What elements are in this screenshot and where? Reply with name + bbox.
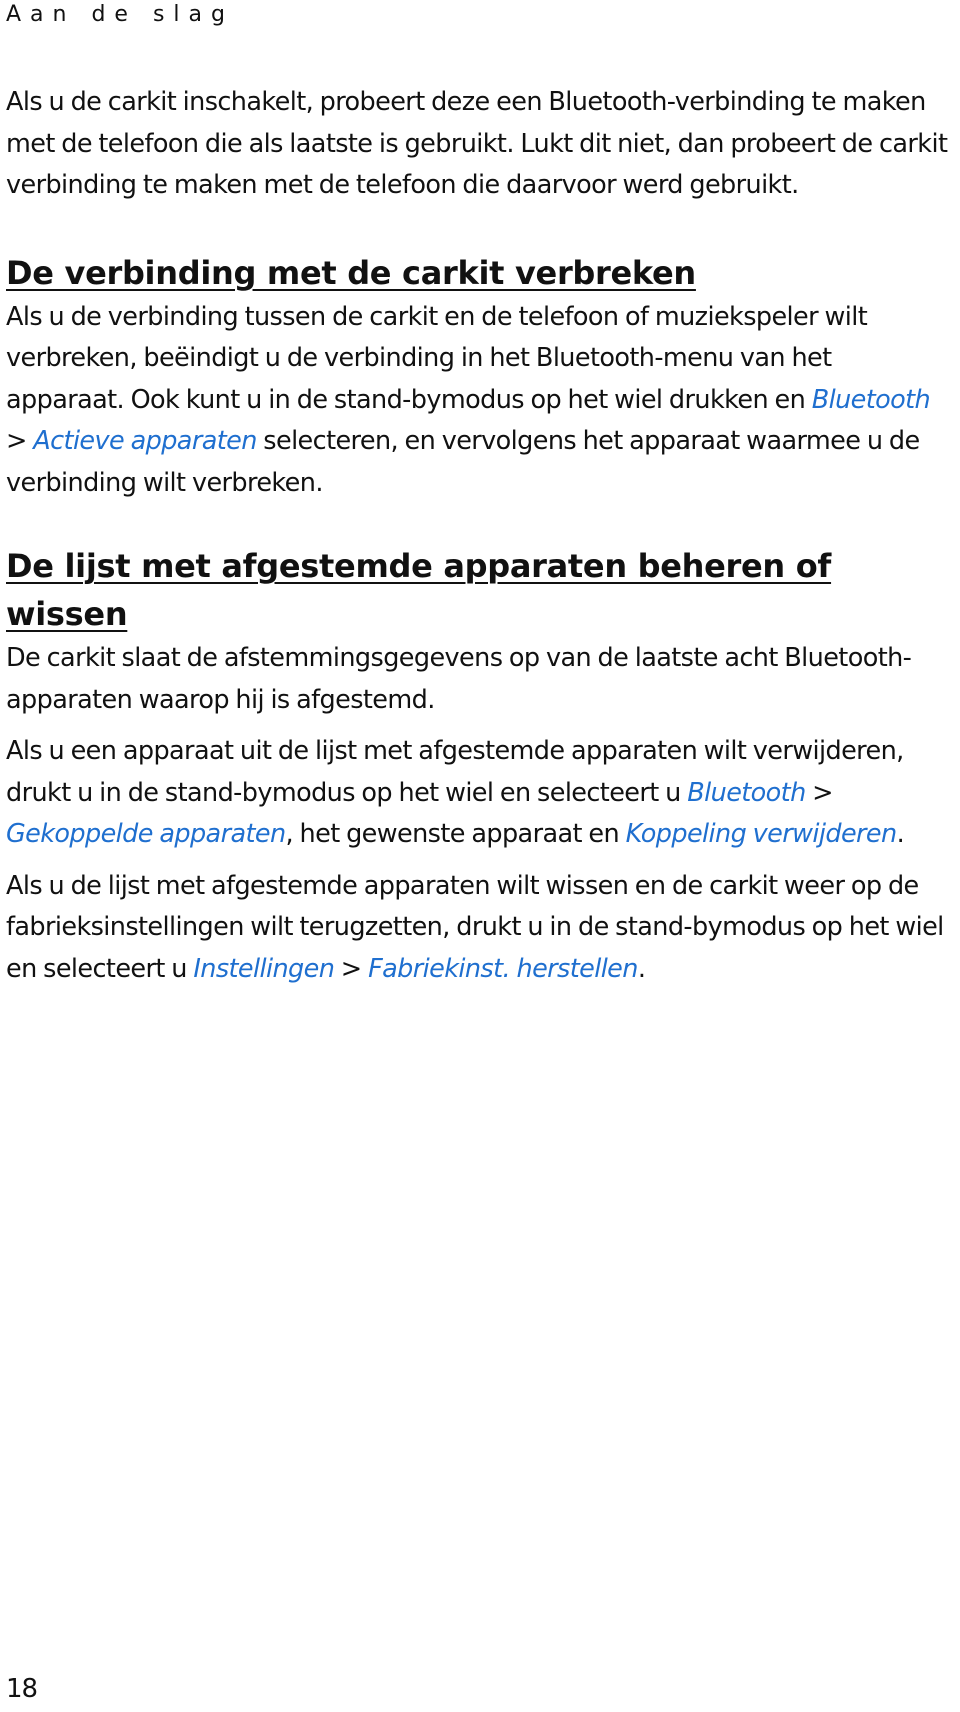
menu-path-active-devices: Actieve apparaten xyxy=(33,426,257,456)
menu-path-paired-devices: Gekoppelde apparaten xyxy=(6,819,286,849)
menu-path-remove-pairing: Koppeling verwijderen xyxy=(625,819,898,849)
menu-separator: > xyxy=(6,426,34,456)
page-number: 18 xyxy=(6,1674,38,1704)
disconnect-paragraph: Als u de verbinding tussen de carkit en … xyxy=(6,297,956,505)
menu-path-settings: Instellingen xyxy=(193,953,335,984)
menu-path-bluetooth: Bluetooth xyxy=(811,384,931,415)
intro-paragraph: Als u de carkit inschakelt, probeert dez… xyxy=(6,87,948,200)
page-content: Als u de carkit inschakelt, probeert dez… xyxy=(6,82,956,990)
text-run: . xyxy=(637,953,646,984)
text-run: . xyxy=(896,819,905,849)
menu-separator: > xyxy=(334,953,369,984)
text-run: Als u de verbinding tussen de carkit en … xyxy=(6,301,868,415)
section-heading-paired-list: De lijst met afgestemde apparaten behere… xyxy=(6,547,832,633)
section-heading-disconnect: De verbinding met de carkit verbreken xyxy=(6,253,696,292)
paired-list-paragraph-3: Als u de lijst met afgestemde apparaten … xyxy=(6,866,956,991)
menu-path-bluetooth: Bluetooth xyxy=(687,777,806,808)
paired-list-paragraph-1: De carkit slaat de afstemmingsgegevens o… xyxy=(6,643,912,715)
running-head: Aan de slag xyxy=(6,2,234,27)
menu-separator: > xyxy=(805,777,833,808)
menu-path-factory-reset: Fabriekinst. herstellen xyxy=(368,953,638,984)
text-run: , het gewenste apparaat en xyxy=(285,819,626,849)
paired-list-paragraph-2: Als u een apparaat uit de lijst met afge… xyxy=(6,731,956,856)
